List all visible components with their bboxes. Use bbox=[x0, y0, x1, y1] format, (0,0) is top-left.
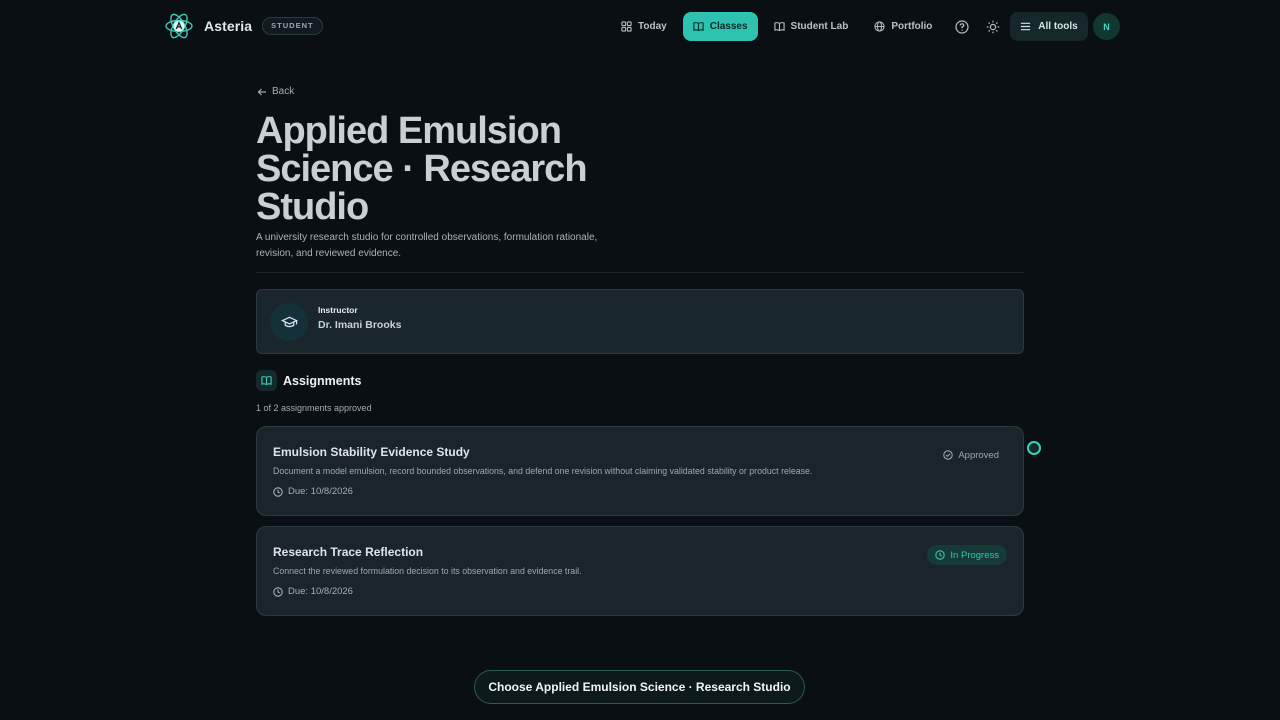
nav-today-label: Today bbox=[638, 21, 667, 32]
divider bbox=[256, 272, 1024, 273]
status-badge: Approved bbox=[935, 445, 1007, 465]
main-nav: Today Classes Student Lab Portfolio bbox=[611, 12, 948, 41]
assignment-due-text: Due: 10/8/2026 bbox=[288, 586, 353, 597]
all-tools-button[interactable]: All tools bbox=[1010, 12, 1088, 41]
nav-student-lab[interactable]: Student Lab bbox=[764, 12, 859, 41]
assignments-title: Assignments bbox=[283, 373, 362, 388]
menu-icon bbox=[1021, 22, 1031, 31]
avatar[interactable]: N bbox=[1093, 13, 1120, 40]
status-badge-label: Approved bbox=[958, 449, 999, 461]
nav-classes-label: Classes bbox=[709, 21, 748, 32]
back-link[interactable]: Back bbox=[257, 86, 294, 97]
assignment-description: Document a model emulsion, record bounde… bbox=[273, 466, 813, 476]
help-circle-icon bbox=[955, 20, 969, 34]
instructor-label: Instructor bbox=[318, 305, 358, 315]
all-tools-label: All tools bbox=[1038, 21, 1078, 32]
assignment-title: Research Trace Reflection bbox=[273, 545, 424, 559]
nav-student-lab-label: Student Lab bbox=[790, 21, 849, 32]
nav-classes[interactable]: Classes bbox=[682, 12, 758, 41]
arrow-left-icon bbox=[257, 88, 266, 95]
role-badge: STUDENT bbox=[262, 17, 323, 35]
page-title: Applied Emulsion Science · Research Stud… bbox=[256, 110, 588, 228]
clock-icon bbox=[273, 586, 283, 597]
book-open-icon bbox=[773, 22, 785, 32]
assignments-heading: Assignments bbox=[256, 370, 362, 391]
assignment-due: Due: 10/8/2026 bbox=[273, 486, 353, 497]
nav-portfolio[interactable]: Portfolio bbox=[864, 12, 942, 41]
assignment-card[interactable]: Research Trace Reflection Connect the re… bbox=[256, 526, 1024, 616]
page-description: A university research studio for control… bbox=[256, 232, 598, 259]
choose-class-button[interactable]: Choose Applied Emulsion Science · Resear… bbox=[474, 670, 805, 704]
assignments-icon-box bbox=[256, 370, 277, 391]
brand[interactable]: Asteria STUDENT bbox=[164, 11, 323, 41]
status-badge: In Progress bbox=[927, 545, 1007, 565]
clock-icon bbox=[935, 550, 946, 560]
assignment-due-text: Due: 10/8/2026 bbox=[288, 486, 353, 497]
instructor-card: Instructor Dr. Imani Brooks bbox=[256, 289, 1024, 354]
assignment-card[interactable]: Emulsion Stability Evidence Study Docume… bbox=[256, 426, 1024, 516]
theme-toggle-button[interactable] bbox=[982, 16, 1004, 38]
brand-name: Asteria bbox=[204, 18, 253, 34]
nav-portfolio-label: Portfolio bbox=[891, 21, 933, 32]
check-circle-icon bbox=[943, 450, 954, 460]
nav-today[interactable]: Today bbox=[611, 12, 677, 41]
back-label: Back bbox=[272, 86, 295, 97]
grid-icon bbox=[621, 21, 632, 32]
top-navigation-bar: Asteria STUDENT Today Classes Student La… bbox=[0, 0, 1280, 54]
book-icon bbox=[693, 22, 704, 32]
assignment-due: Due: 10/8/2026 bbox=[273, 586, 353, 597]
cursor-indicator bbox=[1027, 441, 1041, 455]
assignment-description: Connect the reviewed formulation decisio… bbox=[273, 566, 582, 576]
assignment-title: Emulsion Stability Evidence Study bbox=[273, 445, 470, 459]
assignments-progress: 1 of 2 assignments approved bbox=[256, 403, 372, 413]
graduation-cap-icon bbox=[280, 316, 298, 327]
instructor-name: Dr. Imani Brooks bbox=[318, 319, 402, 331]
asteria-logo-icon bbox=[165, 13, 193, 39]
status-badge-label: In Progress bbox=[950, 549, 999, 561]
globe-icon bbox=[874, 21, 885, 32]
sun-icon bbox=[986, 20, 1000, 34]
clock-icon bbox=[273, 486, 283, 497]
help-button[interactable] bbox=[951, 16, 973, 38]
book-open-icon bbox=[261, 376, 272, 386]
instructor-avatar bbox=[270, 303, 308, 341]
